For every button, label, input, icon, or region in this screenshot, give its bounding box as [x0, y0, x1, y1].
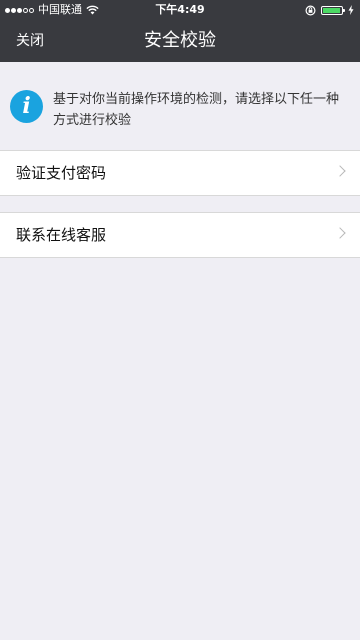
nav-bar: 关闭 安全校验 [0, 20, 360, 62]
battery-icon [321, 5, 345, 15]
charging-icon [348, 5, 354, 15]
notice-text: 基于对你当前操作环境的检测，请选择以下任一种方式进行校验 [53, 92, 340, 128]
option-label: 联系在线客服 [16, 226, 107, 244]
battery-level [323, 7, 340, 13]
chevron-right-icon [334, 227, 346, 239]
page-title: 安全校验 [144, 30, 216, 51]
header: 中国联通 下午4:49 关闭 安全校验 [0, 0, 360, 62]
contact-online-support-option[interactable]: 联系在线客服 [0, 212, 360, 258]
info-icon: i [10, 90, 43, 123]
verify-payment-password-option[interactable]: 验证支付密码 [0, 150, 360, 196]
status-right [305, 0, 354, 20]
chevron-right-icon [334, 165, 346, 177]
option-label: 验证支付密码 [16, 164, 107, 182]
status-bar: 中国联通 下午4:49 [0, 0, 360, 20]
rotation-lock-icon [305, 4, 316, 16]
info-notice: i 基于对你当前操作环境的检测，请选择以下任一种方式进行校验 [0, 62, 360, 150]
